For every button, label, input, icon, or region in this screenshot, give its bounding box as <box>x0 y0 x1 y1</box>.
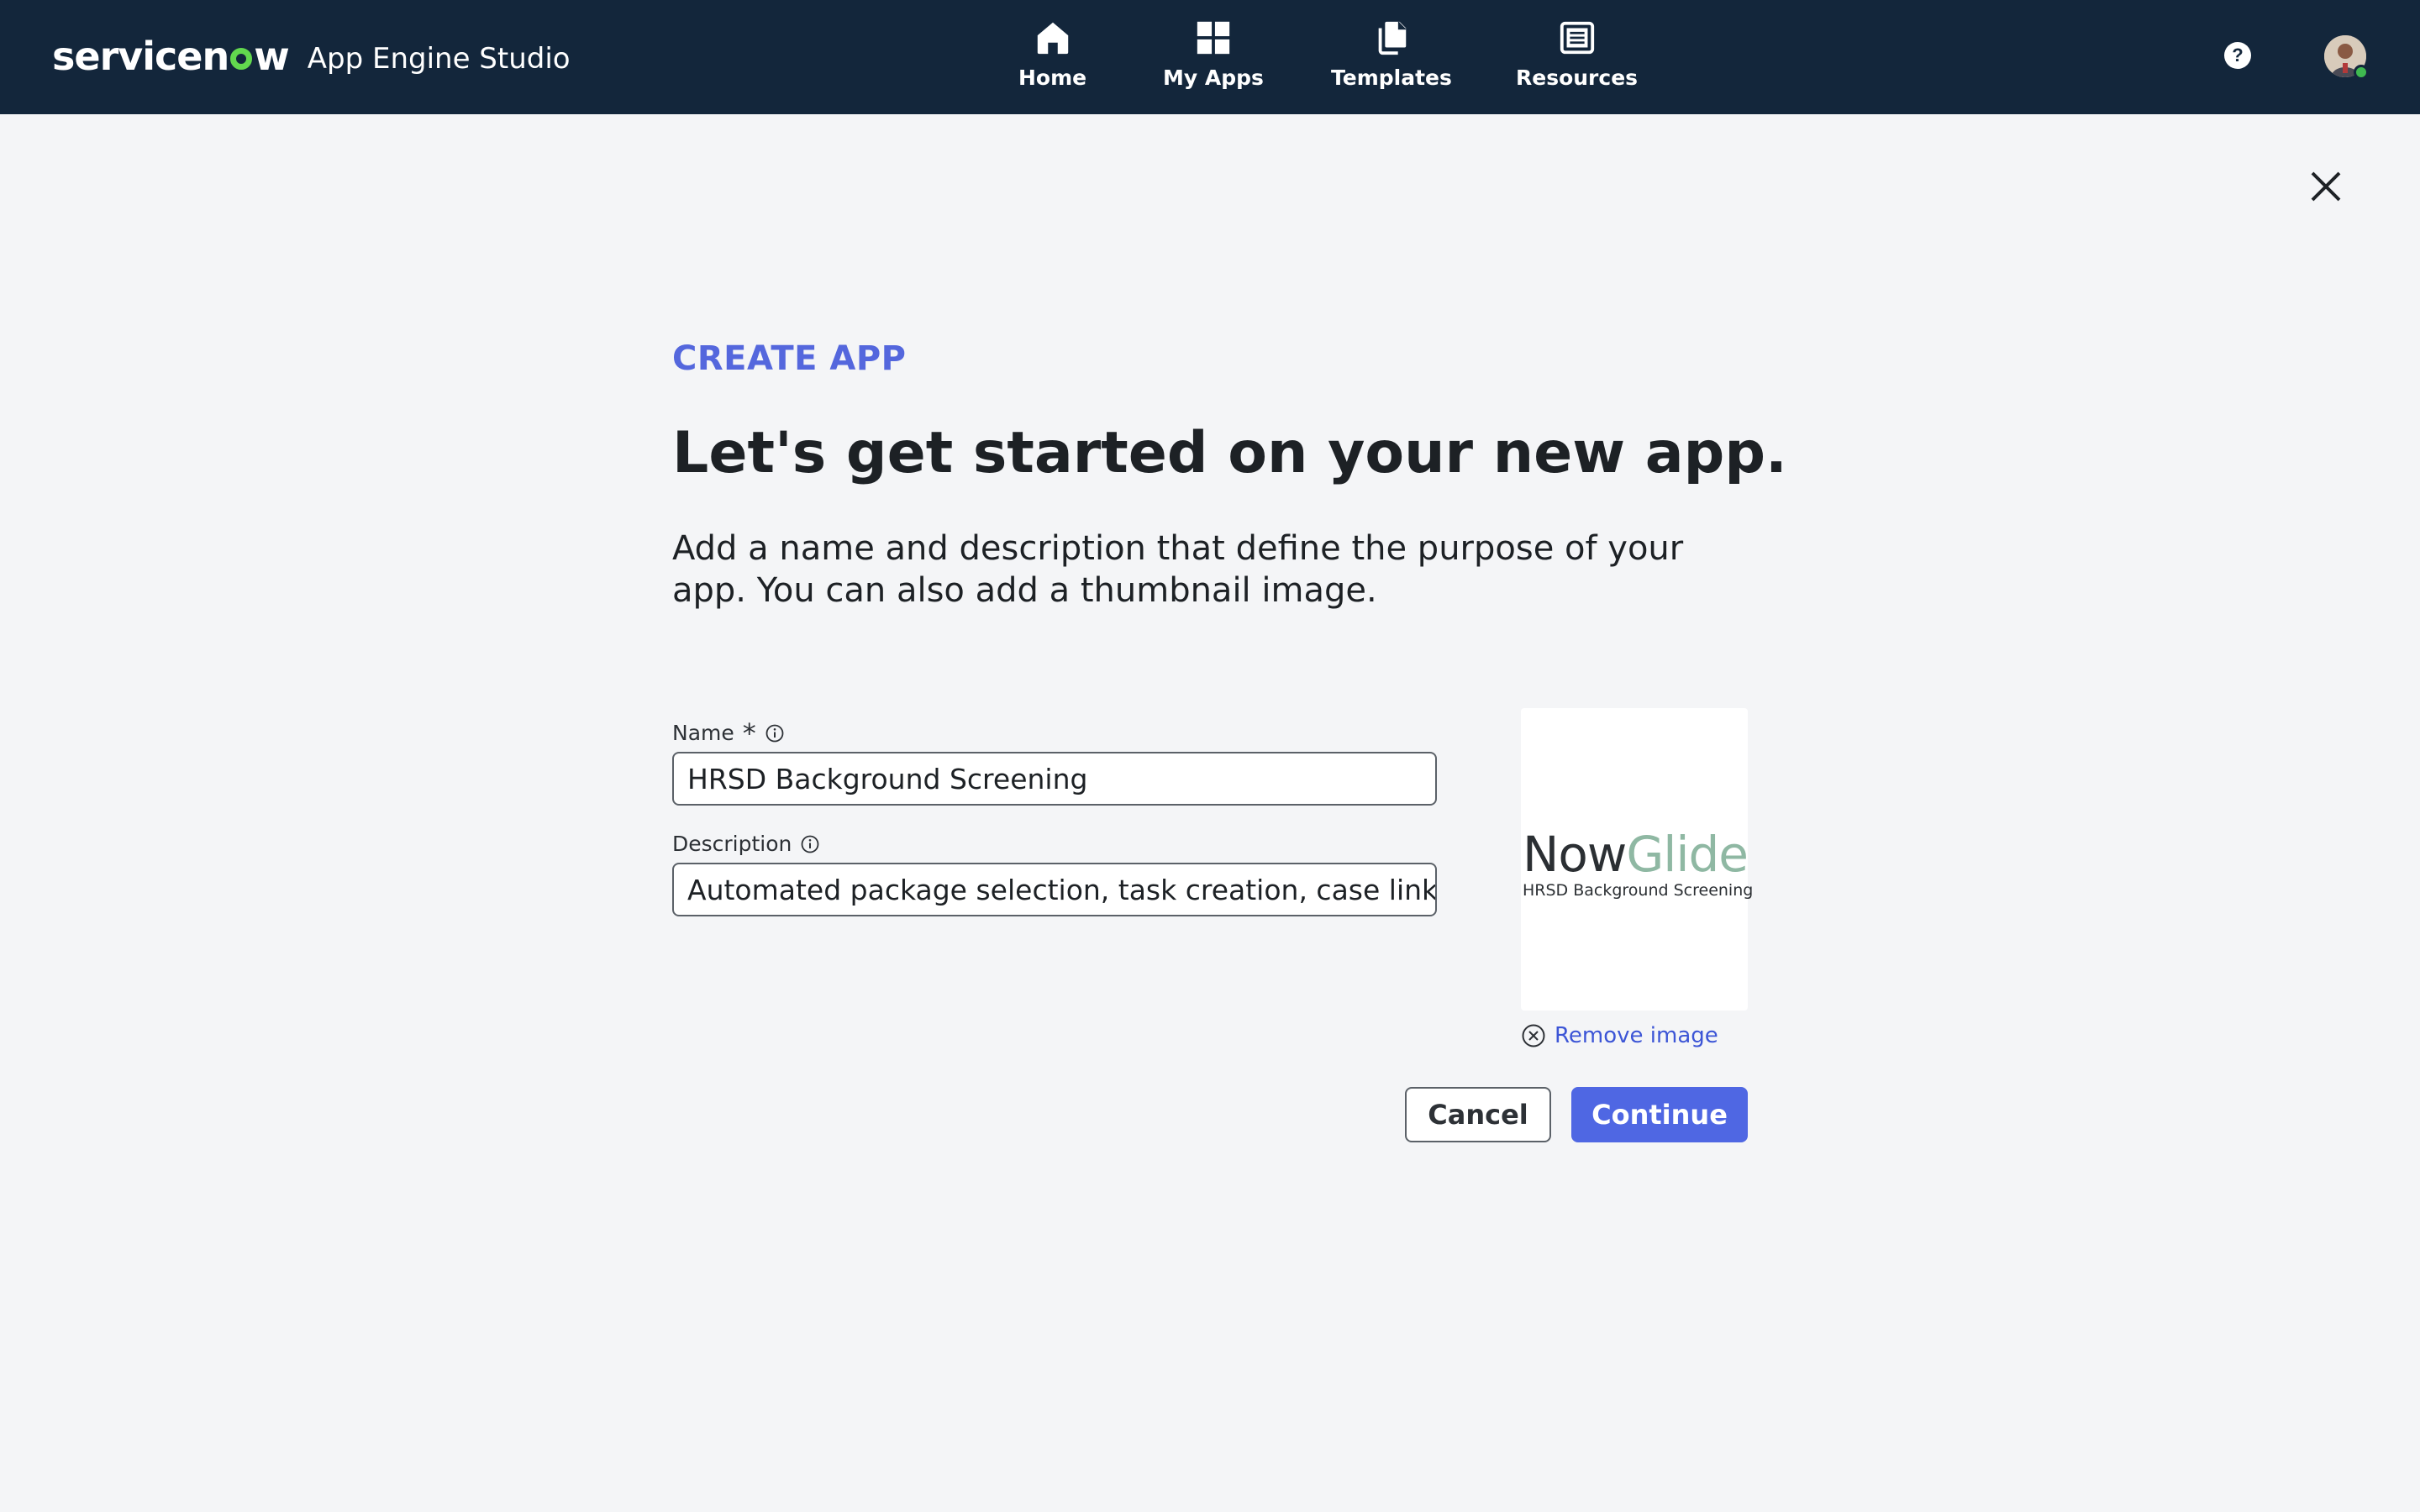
remove-image-button[interactable]: Remove image <box>1521 1023 1718 1048</box>
continue-button[interactable]: Continue <box>1571 1087 1748 1142</box>
close-button[interactable] <box>2307 168 2344 205</box>
remove-circle-icon <box>1522 1024 1545 1047</box>
nav-my-apps[interactable]: My Apps <box>1163 18 1264 99</box>
resources-icon <box>1560 21 1594 55</box>
nav-my-apps-label: My Apps <box>1163 66 1264 90</box>
nav-resources[interactable]: Resources <box>1516 18 1638 99</box>
page-title: Let's get started on your new app. <box>672 420 1787 486</box>
nav-resources-label: Resources <box>1516 66 1639 90</box>
nav-home-label: Home <box>1018 66 1087 90</box>
name-input[interactable]: HRSD Background Screening <box>672 752 1437 806</box>
nav-templates[interactable]: Templates <box>1331 18 1452 99</box>
grid-icon <box>1197 21 1230 55</box>
thumbnail-logo-glide: Glide <box>1626 826 1749 883</box>
nav-templates-label: Templates <box>1331 66 1452 90</box>
name-label-text: Name <box>672 721 734 745</box>
thumbnail-subtitle: HRSD Background Screening <box>1523 881 1754 900</box>
remove-image-link[interactable]: Remove image <box>1555 1023 1718 1048</box>
help-icon[interactable]: ? <box>2224 42 2251 69</box>
templates-icon <box>1378 21 1407 55</box>
top-bar: servicen w App Engine Studio Home My Apps… <box>0 0 2420 114</box>
cancel-button[interactable]: Cancel <box>1405 1087 1551 1142</box>
required-asterisk: * <box>742 717 756 749</box>
name-field-label: Name * <box>672 717 785 749</box>
servicenow-logo: servicen w <box>52 34 290 79</box>
logo-text: servicen <box>52 34 229 79</box>
avatar[interactable] <box>2324 35 2369 80</box>
home-icon <box>1037 22 1068 55</box>
close-icon <box>2311 171 2341 202</box>
info-icon[interactable] <box>765 723 785 743</box>
thumbnail-image[interactable]: NowGlide HRSD Background Screening <box>1521 708 1753 1011</box>
thumbnail-logo: NowGlide <box>1523 829 1749 879</box>
info-icon[interactable] <box>800 834 820 854</box>
logo-text-end: w <box>254 34 289 79</box>
description-input[interactable]: Automated package selection, task creati… <box>672 863 1437 916</box>
thumbnail-logo-now: Now <box>1523 826 1627 883</box>
online-status-dot <box>2354 65 2369 80</box>
description-label-text: Description <box>672 832 792 856</box>
eyebrow-title: CREATE APP <box>672 339 907 378</box>
app-title: App Engine Studio <box>307 42 571 76</box>
brand[interactable]: servicen w App Engine Studio <box>52 27 571 86</box>
description-field-label: Description <box>672 832 820 856</box>
logo-o-icon <box>230 48 253 70</box>
page-description: Add a name and description that define t… <box>672 529 1684 610</box>
nav-home[interactable]: Home <box>1018 18 1086 99</box>
